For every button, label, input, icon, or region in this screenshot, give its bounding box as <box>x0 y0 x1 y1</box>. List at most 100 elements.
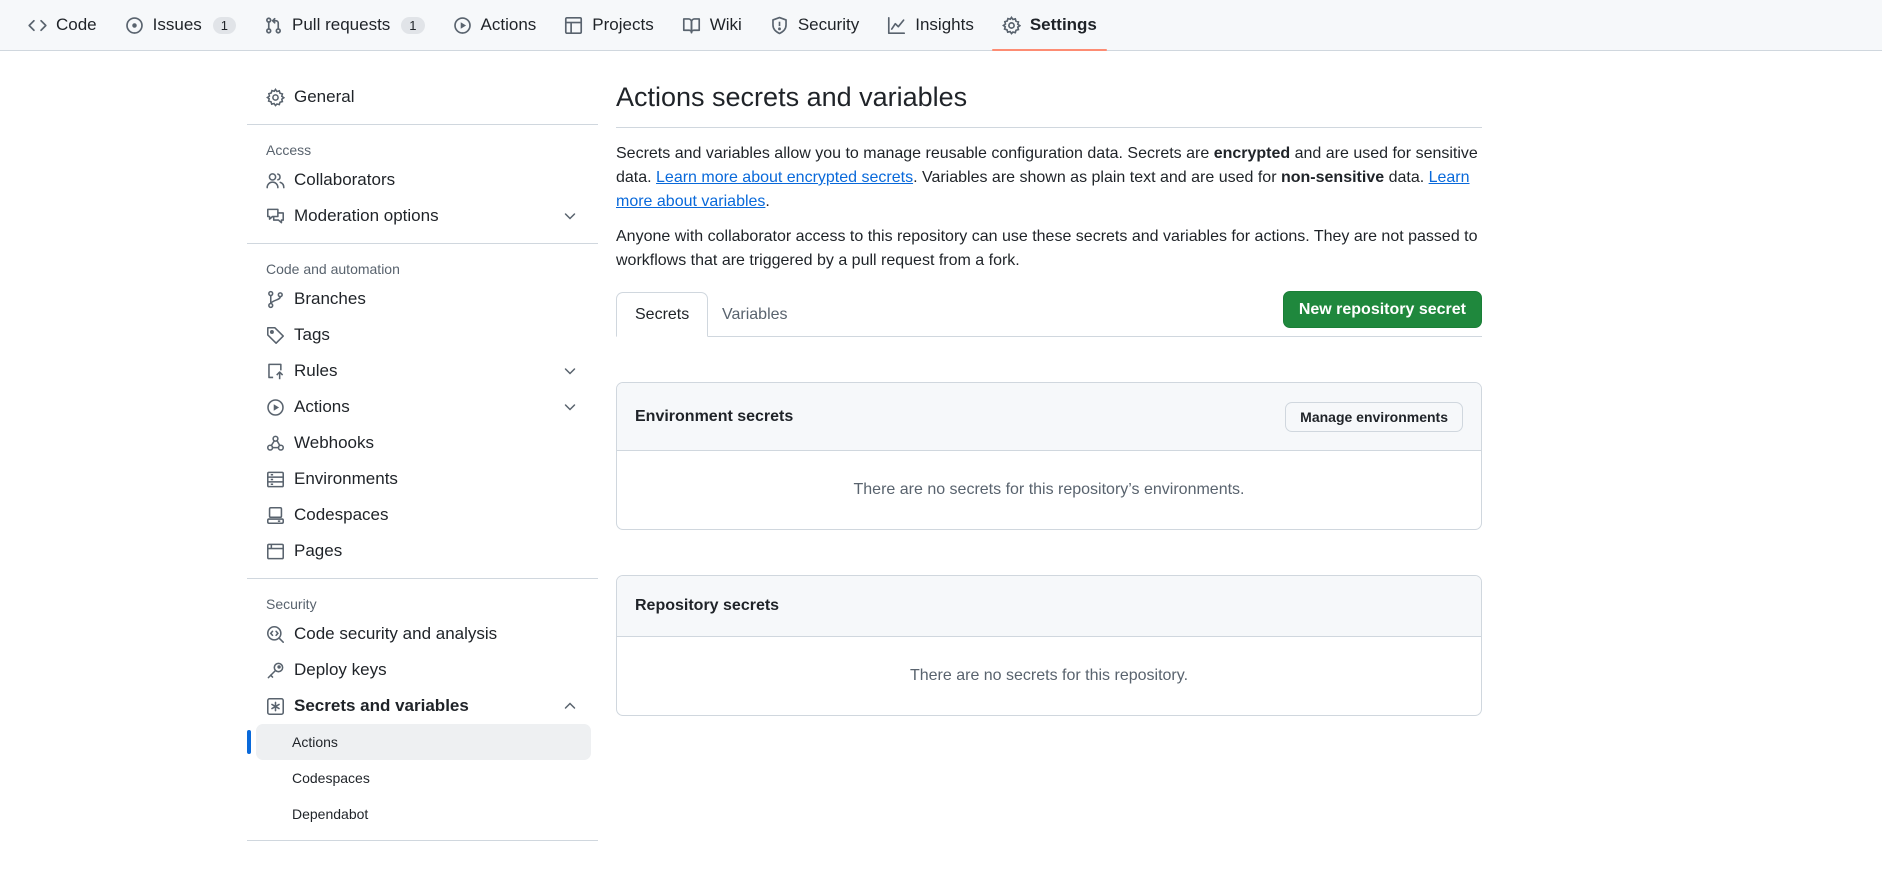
gear-icon <box>266 87 285 107</box>
chevron-down-icon <box>564 404 576 411</box>
gear-icon <box>1001 15 1021 35</box>
tab-label: Pull requests <box>292 15 391 34</box>
repo-push-icon <box>268 363 284 379</box>
pull-request-icon <box>266 16 281 34</box>
desc-text: . Variables are shown as plain text and … <box>913 169 1281 186</box>
chevron-down-icon <box>564 213 576 220</box>
webhook-icon <box>267 435 284 451</box>
sidebar-item-rules[interactable]: Rules <box>247 353 598 389</box>
sidebar-item-pages[interactable]: Pages <box>247 533 598 569</box>
tab-label: Wiki <box>709 15 742 34</box>
tab-pull-requests[interactable]: Pull requests 1 <box>254 0 435 50</box>
sidebar-item-label: Tags <box>294 325 330 344</box>
sidebar-item-general[interactable]: General <box>247 79 598 115</box>
desc-text: Secrets and variables allow you to manag… <box>616 145 1214 162</box>
environment-secrets-empty: There are no secrets for this repository… <box>853 481 1245 498</box>
key-asterisk-icon <box>267 697 284 715</box>
key-icon <box>267 662 284 678</box>
tab-secrets[interactable]: Secrets <box>616 292 709 337</box>
codescan-icon <box>267 625 284 643</box>
sidebar-item-label: Environments <box>294 469 398 488</box>
git-branch-icon <box>268 290 283 308</box>
server-icon <box>267 471 284 487</box>
desc-bold-non-sensitive: non-sensitive <box>1280 169 1385 186</box>
repository-secrets-header: Repository secrets <box>617 576 1481 637</box>
environment-secrets-heading: Environment secrets <box>635 407 794 425</box>
repository-secrets-empty: There are no secrets for this repository… <box>909 667 1189 684</box>
desc-text: . <box>765 193 770 210</box>
tab-issues[interactable]: Issues 1 <box>115 0 246 50</box>
book-icon <box>682 17 700 33</box>
sidebar-item-label: Dependabot <box>292 806 369 822</box>
page-title: Actions secrets and variables <box>616 51 1482 128</box>
tab-insights[interactable]: Insights <box>877 0 984 50</box>
sidebar-item-branches[interactable]: Branches <box>247 281 598 317</box>
sidebar-heading-code-automation: Code and automation <box>266 261 400 277</box>
sidebar-divider <box>247 840 598 841</box>
tab-label: Code <box>56 15 97 34</box>
tab-label: Issues <box>152 15 202 34</box>
tab-label: Actions <box>480 15 537 34</box>
sidebar-item-label: Deploy keys <box>294 660 387 679</box>
sidebar-heading-security: Security <box>266 596 317 612</box>
sidebar-item-label: General <box>294 87 355 106</box>
tab-label: Security <box>797 15 860 34</box>
sidebar-item-code-security[interactable]: Code security and analysis <box>247 616 598 652</box>
sidebar-subitem-codespaces[interactable]: Codespaces <box>247 760 598 796</box>
sidebar-item-deploy-keys[interactable]: Deploy keys <box>247 652 598 688</box>
browser-icon <box>267 543 284 559</box>
play-icon <box>453 16 471 34</box>
tab-settings[interactable]: Settings <box>991 0 1107 51</box>
sidebar-item-moderation-options[interactable]: Moderation options <box>247 198 598 234</box>
active-indicator <box>247 730 251 754</box>
sidebar-item-webhooks[interactable]: Webhooks <box>247 425 598 461</box>
tab-wiki[interactable]: Wiki <box>672 0 752 50</box>
tab-actions[interactable]: Actions <box>443 0 547 50</box>
sidebar-item-label: Code security and analysis <box>294 624 498 643</box>
learn-more-secrets-link[interactable]: Learn more about encrypted secrets <box>656 169 913 186</box>
sidebar-item-tags[interactable]: Tags <box>247 317 598 353</box>
settings-sidebar: General Access Collaborators Moderation … <box>247 51 598 850</box>
desc-bold-encrypted: encrypted <box>1213 145 1291 162</box>
play-icon <box>267 398 284 416</box>
sidebar-item-label: Rules <box>294 361 338 380</box>
code-icon <box>28 19 47 31</box>
sidebar-item-label: Secrets and variables <box>294 696 469 715</box>
chevron-down-icon <box>564 368 576 375</box>
graph-icon <box>888 16 906 34</box>
shield-icon <box>771 16 787 34</box>
pull-requests-count-badge: 1 <box>401 16 425 34</box>
desc-text: data. <box>1384 169 1429 186</box>
tab-variables[interactable]: Variables <box>704 292 806 337</box>
manage-environments-button[interactable]: Manage environments <box>1285 401 1463 432</box>
sidebar-subitem-actions[interactable]: Actions <box>247 724 591 760</box>
sidebar-item-label: Branches <box>294 289 366 308</box>
sidebar-item-secrets-and-variables[interactable]: Secrets and variables <box>247 688 598 724</box>
sidebar-item-codespaces[interactable]: Codespaces <box>247 497 598 533</box>
sidebar-item-actions[interactable]: Actions <box>247 389 598 425</box>
sidebar-item-label: Moderation options <box>294 206 439 225</box>
tab-projects[interactable]: Projects <box>554 0 663 50</box>
sidebar-item-collaborators[interactable]: Collaborators <box>247 162 598 198</box>
tab-label: Projects <box>592 15 654 34</box>
sidebar-item-label: Codespaces <box>294 505 389 524</box>
sidebar-subitem-dependabot[interactable]: Dependabot <box>247 796 598 832</box>
environment-secrets-box: Environment secrets Manage environments … <box>616 382 1482 530</box>
main-content: Actions secrets and variables Secrets an… <box>616 51 1482 716</box>
sidebar-item-environments[interactable]: Environments <box>247 461 598 497</box>
sidebar-divider <box>247 124 598 125</box>
sidebar-item-label: Actions <box>294 397 350 416</box>
new-repository-secret-button[interactable]: New repository secret <box>1282 291 1482 328</box>
tab-code[interactable]: Code <box>18 0 107 50</box>
description-paragraph: Secrets and variables allow you to manag… <box>616 142 1482 214</box>
description: Secrets and variables allow you to manag… <box>616 142 1482 273</box>
comment-discussion-icon <box>267 208 284 223</box>
sidebar-item-label: Codespaces <box>292 770 370 786</box>
tab-label: Insights <box>915 15 974 34</box>
tab-label: Settings <box>1029 15 1097 34</box>
sidebar-item-label: Collaborators <box>294 170 396 189</box>
tab-security[interactable]: Security <box>760 0 869 50</box>
repository-secrets-box: Repository secrets There are no secrets … <box>616 575 1482 716</box>
secrets-variables-tabs: Secrets Variables New repository secret <box>616 291 1482 337</box>
sidebar-item-label: Webhooks <box>294 433 375 452</box>
